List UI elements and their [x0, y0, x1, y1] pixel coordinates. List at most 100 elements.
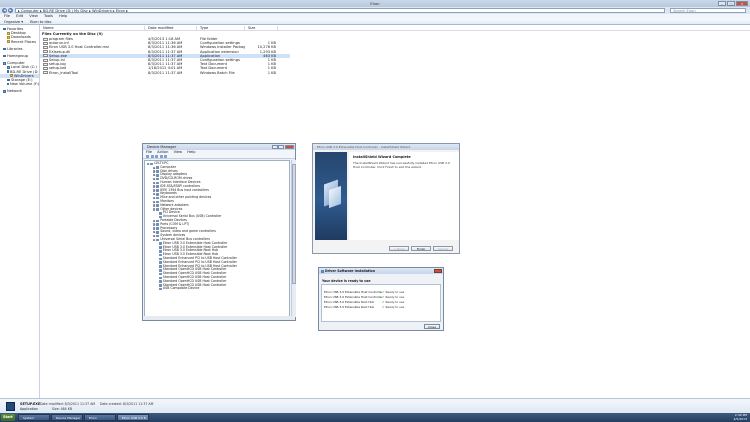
back-arrow-icon[interactable]: ◀	[2, 8, 7, 13]
collapse-icon[interactable]: −	[153, 238, 156, 242]
folder-icon	[7, 36, 10, 39]
device-manager-status-bar	[144, 315, 294, 320]
sidebar-item[interactable]: Homegroup	[0, 54, 39, 58]
driver-status-text: Ready to use	[385, 305, 405, 309]
properties-icon[interactable]	[155, 154, 158, 158]
dm-menu-file[interactable]: File	[146, 150, 152, 154]
wizard-text: The InstallShield Wizard has successfull…	[353, 161, 450, 169]
dm-menu-help[interactable]: Help	[187, 150, 195, 154]
device-icon	[159, 261, 162, 264]
forward-arrow-icon[interactable]: ▶	[8, 8, 13, 13]
maximize-button[interactable]: □	[727, 1, 735, 6]
close-button[interactable]: ✕	[736, 1, 748, 6]
expand-icon[interactable]: +	[153, 204, 156, 207]
menu-help[interactable]: Help	[59, 14, 67, 18]
file-row[interactable]: Etron_InstallTool 8/3/2011 11:37 AM Window…	[40, 71, 290, 75]
cancel-button[interactable]: Cancel	[433, 245, 453, 251]
search-input[interactable]: Search Elron	[670, 8, 746, 13]
file-icon	[43, 62, 48, 66]
folder-icon	[7, 40, 10, 43]
expand-icon[interactable]: +	[153, 231, 156, 234]
start-button[interactable]: Start	[1, 414, 15, 421]
scan-hardware-icon[interactable]	[164, 154, 167, 158]
column-type[interactable]: Type	[197, 26, 245, 31]
dm-minimize-button[interactable]	[271, 145, 278, 149]
expand-icon[interactable]: +	[153, 174, 156, 177]
forward-icon[interactable]	[150, 154, 154, 158]
expand-icon[interactable]: +	[153, 193, 156, 196]
wizard-title: Etron USB 3.0 Extensible Host Controller…	[313, 144, 459, 150]
column-size[interactable]: Size	[245, 26, 278, 31]
drive-icon	[7, 78, 10, 82]
organize-button[interactable]: Organize ▾	[4, 20, 23, 24]
collapse-icon[interactable]: −	[153, 208, 156, 211]
device-icon	[159, 268, 162, 272]
dm-menu-action[interactable]: Action	[157, 150, 168, 154]
expand-icon[interactable]: +	[153, 166, 156, 170]
menu-tools[interactable]: Tools	[44, 14, 53, 18]
column-date-modified[interactable]: Date modified	[145, 26, 197, 31]
device-icon	[156, 223, 160, 226]
expand-icon[interactable]: +	[153, 181, 156, 185]
expand-icon[interactable]: +	[153, 200, 156, 204]
close-button[interactable]: Close	[424, 323, 440, 329]
expand-icon[interactable]: +	[153, 223, 156, 226]
back-icon[interactable]	[146, 154, 149, 158]
expand-icon[interactable]: +	[153, 185, 156, 188]
device-tree-node[interactable]: USB Composite Device	[145, 286, 289, 291]
file-name: Etron_InstallTool	[49, 70, 79, 75]
device-icon	[150, 162, 154, 166]
burn-to-disc-button[interactable]: Burn to disc	[30, 20, 51, 24]
device-icon	[320, 269, 324, 273]
column-name[interactable]: Name	[40, 26, 145, 31]
file-date: 8/3/2011 11:37 AM	[148, 70, 183, 75]
finish-button[interactable]: Finish	[411, 245, 431, 251]
device-icon	[156, 234, 160, 238]
expand-icon[interactable]: +	[153, 177, 156, 181]
menu-edit[interactable]: Edit	[16, 14, 23, 18]
folder-icon	[7, 31, 10, 35]
menu-view[interactable]: View	[29, 14, 38, 18]
device-tree-scrollbar[interactable]	[290, 160, 296, 317]
system-tray-clock[interactable]: 2:40 PM 4/5/2013	[734, 413, 747, 421]
expand-icon[interactable]: +	[153, 227, 156, 230]
minimize-button[interactable]: —	[718, 1, 726, 6]
device-manager-window: Device Manager File Action View Help − CE…	[142, 143, 296, 321]
collapse-icon[interactable]: −	[147, 162, 150, 166]
taskbar-item-elron[interactable]: Elron	[84, 414, 116, 421]
back-button[interactable]: < Back	[389, 245, 409, 251]
sidebar-item[interactable]: Libraries	[0, 47, 39, 51]
expand-icon[interactable]: +	[153, 170, 156, 173]
taskbar-item-installer[interactable]: Etron USB 3.0 E...	[117, 414, 149, 421]
help-icon[interactable]	[159, 154, 163, 158]
expand-icon[interactable]: +	[153, 234, 156, 238]
file-icon	[43, 50, 48, 54]
device-icon	[159, 284, 162, 287]
device-icon	[159, 249, 162, 253]
driver-installation-dialog: Driver Software Installation Your device…	[318, 267, 444, 331]
expand-icon[interactable]: +	[153, 189, 156, 192]
device-icon	[156, 208, 160, 211]
details-pane: SETUP.EXE Application Date modified: 8/3…	[0, 398, 750, 413]
dm-maximize-button[interactable]	[278, 145, 285, 149]
driver-dialog-close-icon[interactable]	[434, 269, 442, 273]
dm-menu-view[interactable]: View	[174, 150, 183, 154]
device-icon	[159, 246, 162, 249]
address-bar[interactable]: ▸ Computer ▸ BD-RE Drive (D:) My Disc ▸ …	[15, 8, 665, 13]
sidebar-item[interactable]: Network	[0, 89, 39, 93]
taskbar-item-system[interactable]: System	[18, 414, 50, 421]
scrollbar-thumb[interactable]	[292, 164, 296, 284]
expand-icon[interactable]: +	[153, 219, 156, 223]
menu-file[interactable]: File	[4, 14, 10, 18]
driver-device-name: Etron USB 3.0 Extensible Root Hub	[324, 305, 375, 309]
device-icon	[156, 177, 160, 181]
dm-close-button[interactable]	[285, 145, 294, 149]
driver-dialog-title-bar: Driver Software Installation	[319, 268, 443, 274]
expand-icon[interactable]: +	[153, 196, 156, 200]
file-icon	[43, 58, 48, 62]
taskbar-item-device-manager[interactable]: Device Manager	[51, 414, 83, 421]
installshield-wizard: Etron USB 3.0 Extensible Host Controller…	[312, 143, 460, 254]
device-icon	[156, 189, 160, 192]
sidebar-item[interactable]: New Volume (F:)	[0, 82, 39, 86]
sidebar-item[interactable]: Recent Places	[0, 40, 39, 44]
